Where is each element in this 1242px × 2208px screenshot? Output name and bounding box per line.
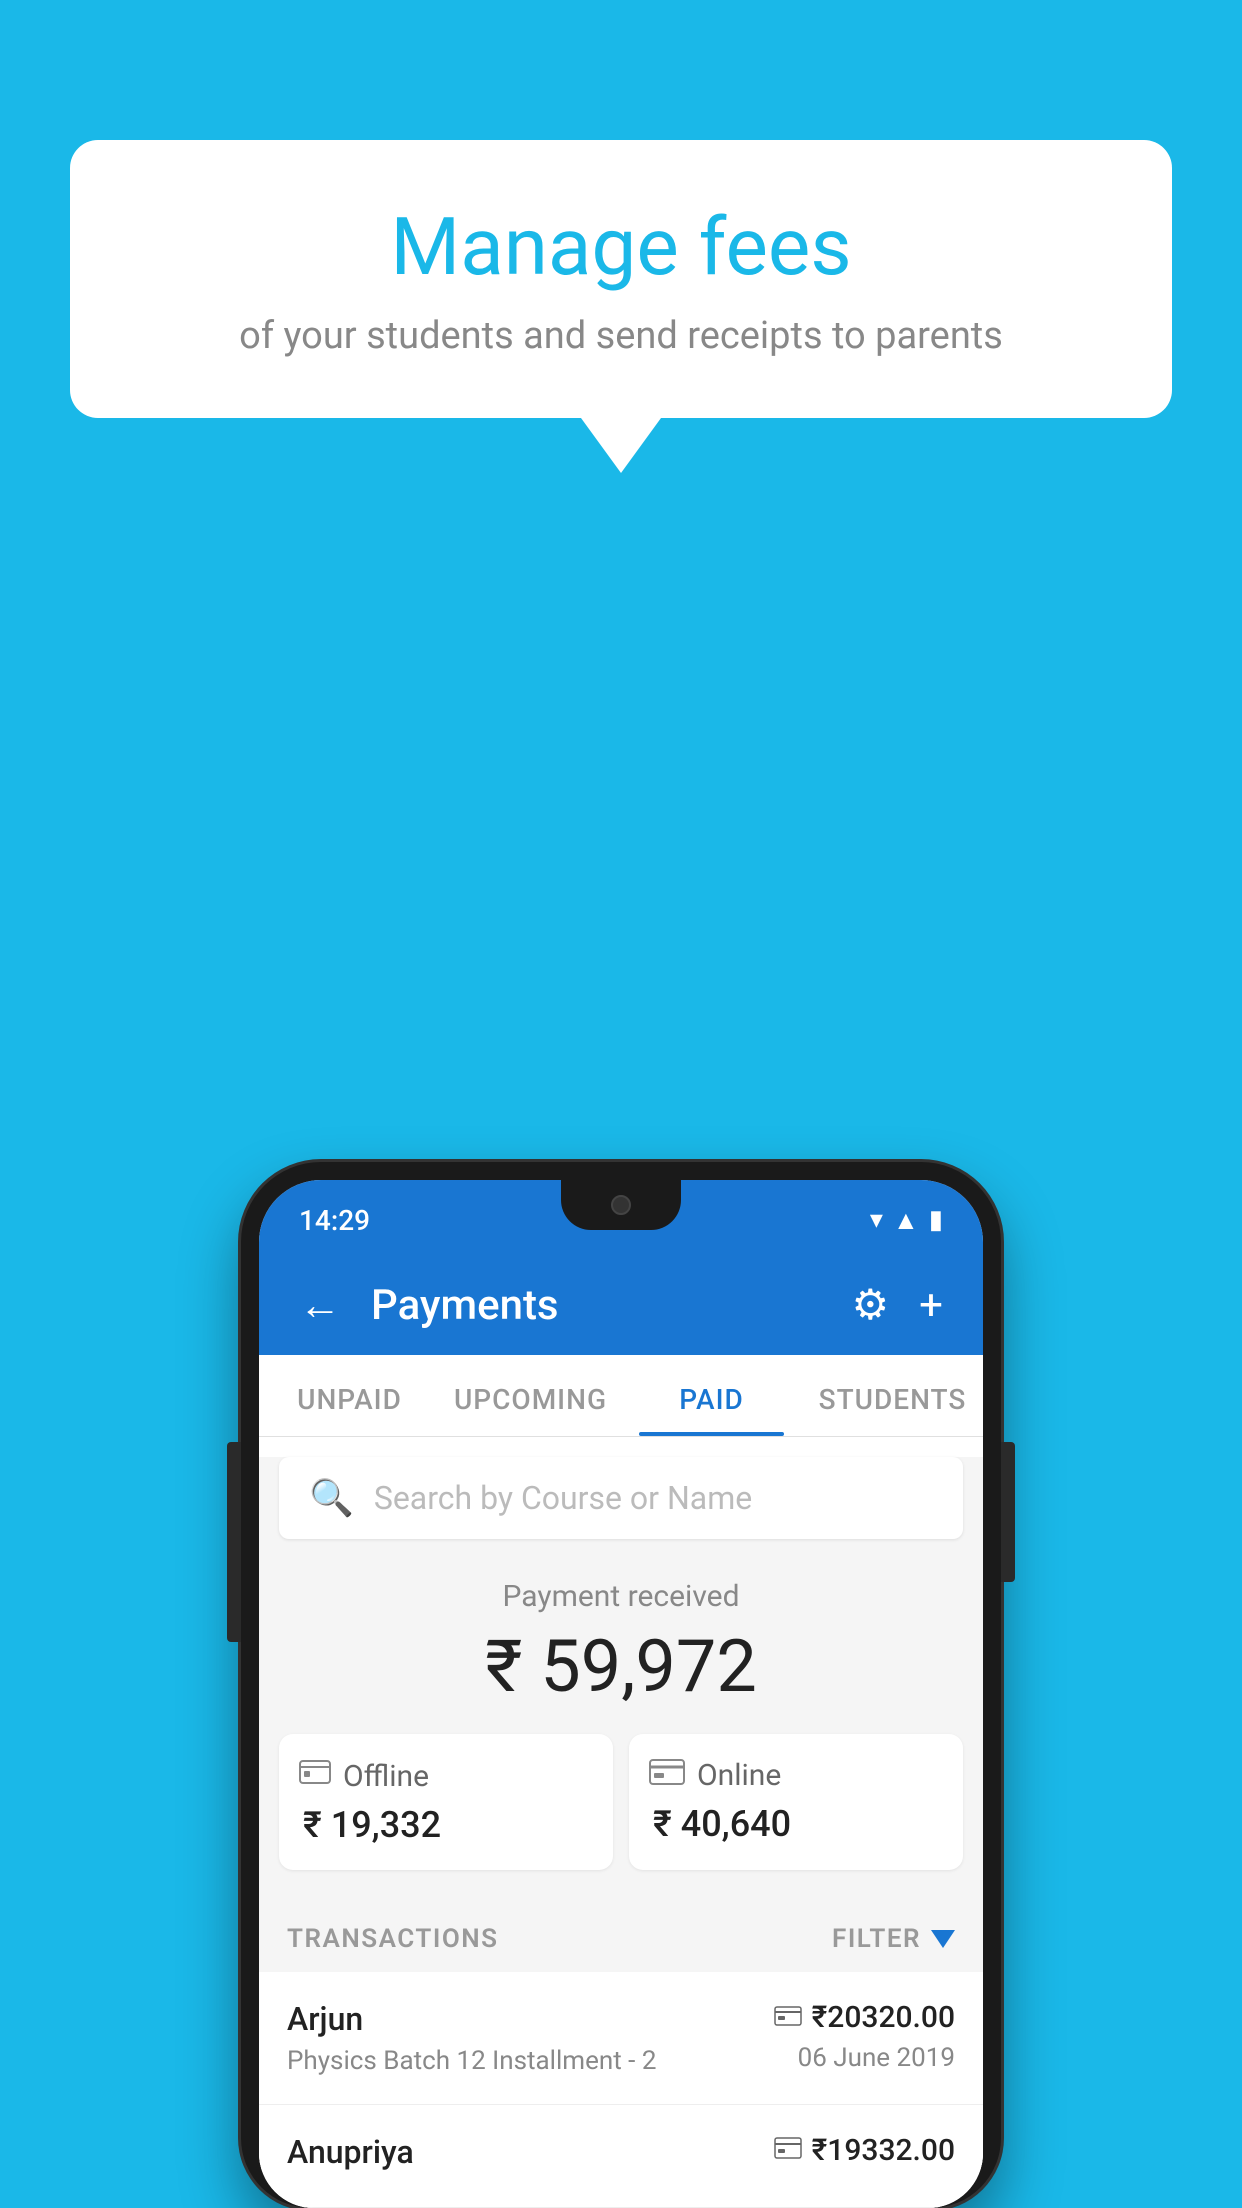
wifi-icon: ▾	[870, 1205, 883, 1235]
plus-icon[interactable]: +	[919, 1281, 943, 1330]
transaction-row-arjun[interactable]: Arjun Physics Batch 12 Installment - 2	[259, 1972, 983, 2105]
online-card-header: Online	[649, 1758, 781, 1793]
phone-wrapper: 14:29 ▾ ▲ ▮ ← Payments ⚙ +	[241, 1162, 1001, 2208]
gear-icon[interactable]: ⚙	[852, 1280, 890, 1330]
transaction-row-anupriya[interactable]: Anupriya ₹19332.00	[259, 2105, 983, 2208]
transaction-name-anupriya: Anupriya	[287, 2133, 774, 2171]
transaction-detail-arjun: Physics Batch 12 Installment - 2	[287, 2046, 774, 2076]
tab-unpaid[interactable]: UNPAID	[259, 1355, 440, 1436]
battery-icon: ▮	[929, 1205, 943, 1235]
phone-inner: 14:29 ▾ ▲ ▮ ← Payments ⚙ +	[259, 1180, 983, 2208]
header-icons: ⚙ +	[852, 1280, 944, 1330]
online-amount: ₹ 40,640	[649, 1803, 791, 1845]
transaction-left-anupriya: Anupriya	[287, 2133, 774, 2179]
transaction-amount-row-anupriya: ₹19332.00	[774, 2133, 955, 2168]
status-icons: ▾ ▲ ▮	[870, 1205, 943, 1236]
offline-card-header: Offline	[299, 1758, 429, 1794]
camera-dot	[611, 1195, 631, 1215]
online-payment-card: Online ₹ 40,640	[629, 1734, 963, 1870]
speech-bubble-title: Manage fees	[140, 200, 1102, 294]
transactions-label: TRANSACTIONS	[287, 1924, 499, 1954]
credit-card-icon	[649, 1758, 685, 1793]
status-time: 14:29	[299, 1204, 370, 1237]
transaction-right-arjun: ₹20320.00 06 June 2019	[774, 2000, 955, 2073]
payment-received-label: Payment received	[279, 1579, 963, 1614]
back-button[interactable]: ←	[299, 1281, 341, 1330]
speech-bubble-tail	[581, 418, 661, 473]
status-bar: 14:29 ▾ ▲ ▮	[259, 1180, 983, 1260]
payment-summary: Payment received ₹ 59,972	[259, 1549, 983, 1900]
online-label: Online	[697, 1758, 781, 1793]
filter-triangle-icon	[931, 1930, 955, 1948]
app-header: ← Payments ⚙ +	[259, 1260, 983, 1355]
search-placeholder: Search by Course or Name	[374, 1479, 752, 1517]
transaction-date-arjun: 06 June 2019	[798, 2043, 955, 2073]
card-type-icon-anupriya	[774, 2136, 802, 2166]
tab-students[interactable]: STUDENTS	[802, 1355, 983, 1436]
signal-icon: ▲	[893, 1205, 919, 1236]
speech-bubble-subtitle: of your students and send receipts to pa…	[140, 314, 1102, 358]
transaction-amount-row-arjun: ₹20320.00	[774, 2000, 955, 2035]
tab-upcoming[interactable]: UPCOMING	[440, 1355, 621, 1436]
card-type-icon-arjun	[774, 2003, 802, 2033]
transaction-name-arjun: Arjun	[287, 2000, 774, 2038]
payment-cards: Offline ₹ 19,332	[279, 1734, 963, 1870]
transaction-amount-arjun: ₹20320.00	[812, 2000, 955, 2035]
search-icon: 🔍	[309, 1477, 354, 1519]
app-content: 🔍 Search by Course or Name Payment recei…	[259, 1457, 983, 2208]
transactions-header: TRANSACTIONS FILTER	[259, 1900, 983, 1972]
payment-total-amount: ₹ 59,972	[279, 1624, 963, 1709]
notch	[561, 1180, 681, 1230]
offline-payment-card: Offline ₹ 19,332	[279, 1734, 613, 1870]
page-title: Payments	[371, 1281, 822, 1330]
offline-amount: ₹ 19,332	[299, 1804, 441, 1846]
speech-bubble-container: Manage fees of your students and send re…	[70, 140, 1172, 473]
filter-button[interactable]: FILTER	[832, 1924, 955, 1954]
transaction-right-anupriya: ₹19332.00	[774, 2133, 955, 2168]
offline-label: Offline	[343, 1759, 429, 1794]
transaction-amount-anupriya: ₹19332.00	[812, 2133, 955, 2168]
search-bar[interactable]: 🔍 Search by Course or Name	[279, 1457, 963, 1539]
transaction-left-arjun: Arjun Physics Batch 12 Installment - 2	[287, 2000, 774, 2076]
filter-label: FILTER	[832, 1924, 921, 1954]
cash-icon	[299, 1758, 331, 1794]
speech-bubble: Manage fees of your students and send re…	[70, 140, 1172, 418]
tab-paid[interactable]: PAID	[621, 1355, 802, 1436]
tabs-bar: UNPAID UPCOMING PAID STUDENTS	[259, 1355, 983, 1437]
phone-outer: 14:29 ▾ ▲ ▮ ← Payments ⚙ +	[241, 1162, 1001, 2208]
